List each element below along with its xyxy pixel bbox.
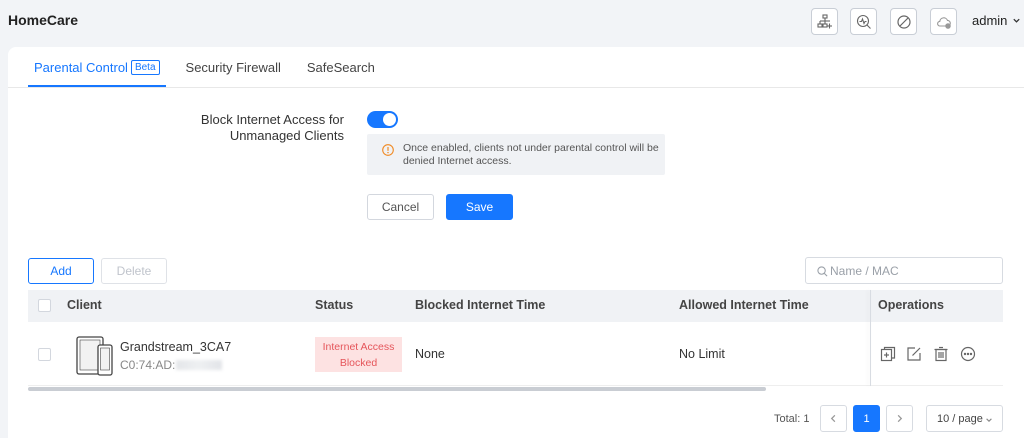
chevron-right-icon [897,414,903,423]
column-header-blocked-time: Blocked Internet Time [415,298,546,312]
tab-parental-control[interactable]: Parental Control Beta [28,47,166,87]
horizontal-scrollbar[interactable] [28,387,766,391]
chevron-down-icon [986,418,992,422]
allowed-time-cell: No Limit [679,347,725,361]
row-checkbox[interactable] [38,348,51,361]
label-line: Block Internet Access for [200,112,344,127]
notice-text: Once enabled, clients not under parental… [403,142,659,167]
warning-icon [382,144,394,156]
user-name: admin [972,13,1008,28]
total-count: Total: 1 [774,413,810,425]
edit-icon[interactable] [906,346,922,362]
top-header: HomeCare admin [0,0,1024,46]
main-card: Parental Control Beta Security Firewall … [8,47,1024,438]
tab-label: Parental Control [34,59,128,75]
toggle-knob [383,113,396,126]
column-header-allowed-time: Allowed Internet Time [679,298,809,312]
info-notice: Once enabled, clients not under parental… [367,134,665,175]
search-box [805,257,1003,284]
beta-badge: Beta [130,59,160,75]
fixed-column-divider [870,290,871,386]
column-header-client: Client [67,298,102,312]
diagnose-icon[interactable] [850,8,877,35]
tab-security-firewall[interactable]: Security Firewall [180,47,287,87]
cloud-icon[interactable] [930,8,957,35]
delete-button[interactable]: Delete [101,258,167,284]
next-page-button[interactable] [886,405,913,432]
save-button[interactable]: Save [446,194,513,220]
search-input[interactable] [830,262,998,280]
block-unmanaged-label: Block Internet Access for Unmanaged Clie… [178,112,344,144]
cancel-button[interactable]: Cancel [367,194,434,220]
search-icon [817,266,828,277]
select-all-checkbox[interactable] [38,299,51,312]
tab-label: SafeSearch [306,59,375,75]
table-header: Client Status Blocked Internet Time Allo… [28,290,1003,322]
block-unmanaged-toggle[interactable] [367,111,398,128]
page-1-button[interactable]: 1 [853,405,880,432]
status-badge: Internet Access Blocked [315,337,402,372]
tab-label: Security Firewall [185,59,281,75]
tab-divider [8,87,1024,88]
status-line: Blocked [339,357,378,369]
block-icon[interactable] [890,8,917,35]
client-mac-text: C0:74:AD: [120,358,176,372]
chevron-down-icon [1013,18,1021,23]
table-row: Grandstream_3CA7 C0:74:AD: Internet Acce… [28,322,1003,386]
delete-icon[interactable] [933,346,949,362]
more-icon[interactable] [960,346,976,362]
add-rule-icon[interactable] [880,346,896,362]
user-menu[interactable]: admin [972,13,1021,28]
mac-redaction [176,360,223,370]
chevron-left-icon [830,414,836,423]
tab-bar: Parental Control Beta Security Firewall … [28,47,395,87]
page-size-value: 10 / page [937,412,983,425]
client-mac: C0:74:AD: [120,358,223,372]
prev-page-button[interactable] [820,405,847,432]
label-line: Unmanaged Clients [229,128,344,143]
column-header-operations: Operations [878,298,944,312]
network-add-icon[interactable] [811,8,838,35]
status-line: Internet Access [322,341,395,353]
brand-title: HomeCare [8,12,79,28]
blocked-time-cell: None [415,347,445,361]
column-header-status: Status [315,298,354,312]
client-name: Grandstream_3CA7 [120,340,232,354]
tablet-phone-icon [76,336,113,376]
tab-safesearch[interactable]: SafeSearch [301,47,381,87]
add-button[interactable]: Add [28,258,94,284]
page-size-select[interactable]: 10 / page [926,405,1003,432]
